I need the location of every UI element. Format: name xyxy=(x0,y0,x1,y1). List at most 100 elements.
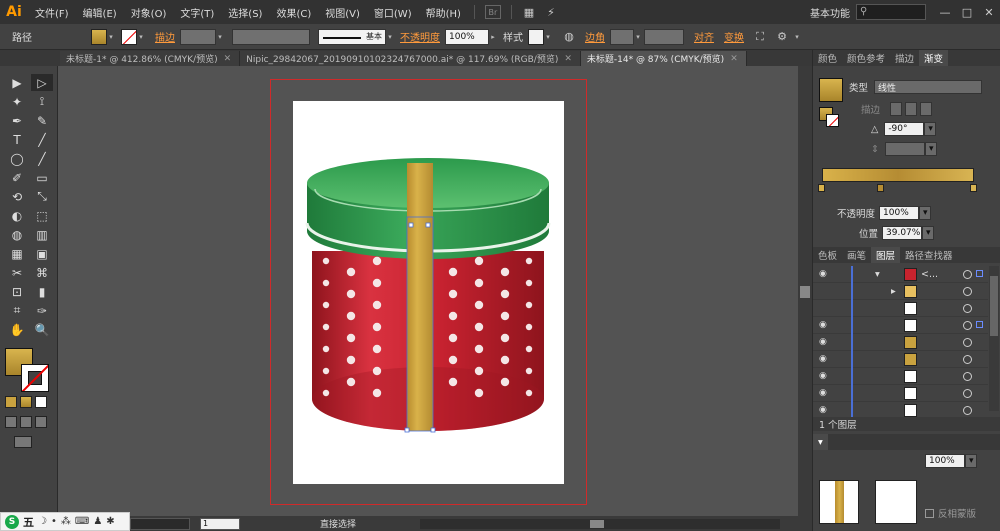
tool-5-icon[interactable]: ✎ xyxy=(31,112,53,129)
artboard-number-field[interactable]: 1 xyxy=(200,517,240,530)
maximize-button[interactable]: □ xyxy=(956,6,978,19)
tool-4-icon[interactable]: ✒ xyxy=(6,112,28,129)
visibility-eye-icon[interactable]: ◉ xyxy=(819,405,827,415)
minimize-button[interactable]: — xyxy=(934,6,956,19)
tool-22-icon[interactable]: ⊡ xyxy=(6,283,28,300)
layers-scrollbar[interactable] xyxy=(989,266,999,411)
vertical-scrollbar[interactable] xyxy=(798,66,812,516)
menu-help[interactable]: 帮助(H) xyxy=(419,5,468,20)
tool-25-icon[interactable]: ✑ xyxy=(31,302,53,319)
angle-field[interactable]: -90° xyxy=(884,122,925,136)
draw-behind-icon[interactable] xyxy=(20,416,32,428)
search-input[interactable]: ⚲ xyxy=(856,4,926,20)
tab-transparency[interactable]: ▾ xyxy=(813,434,828,450)
horizontal-scrollbar[interactable] xyxy=(420,518,780,529)
expand-arrow-icon[interactable]: ▸ xyxy=(891,286,896,297)
draw-normal-icon[interactable] xyxy=(5,416,17,428)
isolate-icon[interactable]: ⛶ xyxy=(749,30,771,44)
aspect-dropdown[interactable]: ▾ xyxy=(924,142,937,156)
ime-mode[interactable]: 五 xyxy=(23,514,34,530)
punctuation-icon[interactable]: • xyxy=(51,516,57,527)
corner-field[interactable] xyxy=(610,28,634,45)
menu-edit[interactable]: 编辑(E) xyxy=(76,5,124,20)
transparency-opacity-dropdown[interactable]: ▾ xyxy=(965,454,977,468)
object-thumbnail[interactable] xyxy=(819,480,859,524)
close-button[interactable]: ✕ xyxy=(978,6,1000,19)
visibility-eye-icon[interactable]: ◉ xyxy=(819,320,827,330)
tab-brushes[interactable]: 画笔 xyxy=(842,247,871,263)
brush-definition-field[interactable]: 基本 xyxy=(318,28,386,45)
tab-pathfinder[interactable]: 路径查找器 xyxy=(900,247,958,263)
panel-menu-icon[interactable]: ▾ xyxy=(793,29,801,45)
gradient-type-select[interactable]: 线性 xyxy=(874,80,983,94)
layer-row[interactable]: ◉ xyxy=(813,351,988,368)
tool-27-icon[interactable]: 🔍 xyxy=(31,321,53,338)
tab-document-2[interactable]: Nipic_29842067_20190910102324767000.ai* … xyxy=(240,51,581,66)
skin-icon[interactable]: ♟ xyxy=(93,516,102,527)
expand-arrow-icon[interactable]: ▾ xyxy=(875,269,880,280)
layer-row[interactable]: ◉ xyxy=(813,317,988,334)
tool-21-icon[interactable]: ⌘ xyxy=(31,264,53,281)
target-circle-icon[interactable] xyxy=(963,287,972,296)
target-circle-icon[interactable] xyxy=(963,406,972,415)
fill-dropdown[interactable]: ▾ xyxy=(107,29,115,45)
opacity-label[interactable]: 不透明度 xyxy=(400,29,440,44)
stroke-label[interactable]: 描边 xyxy=(155,29,175,44)
menu-file[interactable]: 文件(F) xyxy=(28,5,76,20)
zoom-field[interactable] xyxy=(130,517,190,530)
tool-17-icon[interactable]: ▥ xyxy=(31,226,53,243)
options-icon[interactable]: ⚙ xyxy=(771,30,793,43)
tool-13-icon[interactable]: ⤡ xyxy=(31,188,53,205)
tool-1-icon[interactable]: ▷ xyxy=(31,74,53,91)
tool-0-icon[interactable]: ▶ xyxy=(6,74,28,91)
gift-box-artwork[interactable] xyxy=(293,101,564,484)
stop-position-dropdown[interactable]: ▾ xyxy=(922,226,935,240)
tab-swatches[interactable]: 色板 xyxy=(813,247,842,263)
menu-effect[interactable]: 效果(C) xyxy=(269,5,318,20)
close-icon[interactable]: ✕ xyxy=(224,54,232,64)
visibility-eye-icon[interactable]: ◉ xyxy=(819,371,827,381)
gradient-fill-stroke[interactable] xyxy=(819,107,839,127)
stroke-weight-field[interactable] xyxy=(180,28,216,45)
brush-dropdown[interactable]: ▾ xyxy=(386,29,394,45)
tool-20-icon[interactable]: ✂ xyxy=(6,264,28,281)
none-button[interactable] xyxy=(35,396,47,408)
tool-8-icon[interactable]: ◯ xyxy=(6,150,28,167)
moon-icon[interactable]: ☽ xyxy=(38,516,47,527)
menu-window[interactable]: 窗口(W) xyxy=(367,5,419,20)
variable-width-field[interactable] xyxy=(232,28,310,45)
tab-color-guide[interactable]: 颜色参考 xyxy=(842,50,890,66)
keyboard-icon[interactable]: ⌨ xyxy=(75,516,89,527)
visibility-eye-icon[interactable]: ◉ xyxy=(819,354,827,364)
scrollbar-thumb[interactable] xyxy=(590,519,604,528)
tool-10-icon[interactable]: ✐ xyxy=(6,169,28,186)
gradient-button[interactable] xyxy=(20,396,32,408)
layer-row[interactable]: ◉ xyxy=(813,334,988,351)
stroke-color-box[interactable] xyxy=(21,364,49,392)
tool-14-icon[interactable]: ◐ xyxy=(6,207,28,224)
mask-thumbnail[interactable] xyxy=(875,480,917,524)
visibility-eye-icon[interactable]: ◉ xyxy=(819,269,827,279)
layer-row[interactable]: ◉ <... ▾ xyxy=(813,266,988,283)
transform-label[interactable]: 变换 xyxy=(724,29,744,44)
tool-6-icon[interactable]: T xyxy=(6,131,28,148)
tool-2-icon[interactable]: ✦ xyxy=(6,93,28,110)
gpu-performance-icon[interactable]: ⚡ xyxy=(540,6,562,19)
tab-document-1[interactable]: 未标题-1* @ 412.86% (CMYK/预览) ✕ xyxy=(60,51,241,66)
draw-inside-icon[interactable] xyxy=(35,416,47,428)
bridge-button[interactable]: Br xyxy=(484,5,501,19)
tool-24-icon[interactable]: ⌗ xyxy=(6,302,28,319)
style-swatch[interactable] xyxy=(528,28,544,45)
tool-23-icon[interactable]: ▮ xyxy=(31,283,53,300)
menu-type[interactable]: 文字(T) xyxy=(173,5,221,20)
tool-19-icon[interactable]: ▣ xyxy=(31,245,53,262)
tab-color[interactable]: 颜色 xyxy=(813,50,842,66)
tool-12-icon[interactable]: ⟲ xyxy=(6,188,28,205)
layer-row[interactable]: ◉ xyxy=(813,368,988,385)
menu-view[interactable]: 视图(V) xyxy=(318,5,367,20)
tool-9-icon[interactable]: ╱ xyxy=(31,150,53,167)
ime-logo-icon[interactable]: S xyxy=(5,514,19,529)
workspace-switcher[interactable]: 基本功能 xyxy=(804,5,856,20)
stop-opacity-dropdown[interactable]: ▾ xyxy=(919,206,932,220)
stroke-gradient-option[interactable] xyxy=(920,102,933,116)
